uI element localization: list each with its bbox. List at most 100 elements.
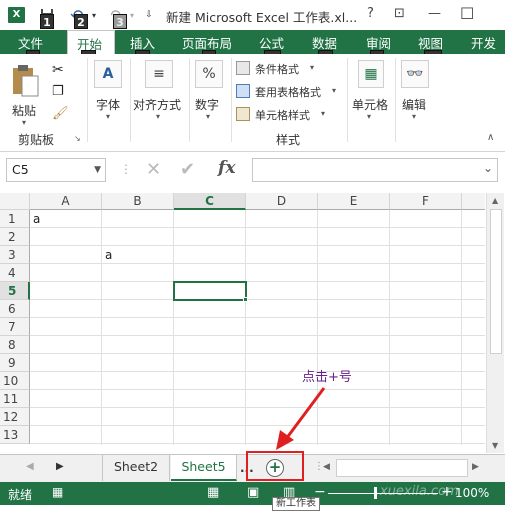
scroll-down-icon[interactable]: ▼ [492,441,498,450]
cell-b3[interactable]: a [102,246,174,264]
formula-input[interactable]: ⌄ [252,158,498,182]
editing-label: 编辑 [402,98,427,112]
hscroll-left-icon[interactable]: ◀ [323,462,330,472]
paste-button[interactable]: 粘贴 ▾ [8,64,42,127]
format-table-icon [236,84,250,98]
styles-group-label: 样式 [276,133,301,147]
font-button[interactable]: A 字体 ▾ [92,58,126,124]
scroll-up-icon[interactable]: ▲ [492,196,498,205]
row-header-3[interactable]: 3 [0,246,30,264]
cell-styles-label: 单元格样式 [255,109,310,122]
sheet-prev-icon[interactable]: ◀ [26,461,34,472]
cell-a1[interactable]: a [30,210,102,228]
column-header-b[interactable]: B [102,193,174,210]
row-header-7[interactable]: 7 [0,318,30,336]
ribbon: 粘贴 ▾ ✂ ❐ 🖌 剪贴板 ↘ A 字体 ▾ ≡ 对齐方式 ▾ % 数字 ▾ … [0,54,505,152]
row-header-11[interactable]: 11 [0,390,30,408]
worksheet-grid[interactable]: A B C D E F 1 2 3 4 5 6 7 8 9 10 11 12 1… [0,193,485,445]
percent-icon: % [195,60,223,88]
cells-label: 单元格 [352,98,389,112]
keytip-save: 1 [40,14,54,29]
font-label: 字体 [96,98,121,112]
row-header-10[interactable]: 10 [0,372,30,390]
vertical-scrollbar[interactable]: ▲ ▼ [486,193,504,453]
keytip-redo: 3 [113,14,127,29]
row-header-4[interactable]: 4 [0,264,30,282]
font-icon: A [94,60,122,88]
customize-qat-button[interactable]: ⇩ [142,6,156,24]
row-header-2[interactable]: 2 [0,228,30,246]
undo-dropdown[interactable]: ▾ [90,6,98,24]
column-header-e[interactable]: E [318,193,390,210]
annotation-text: 点击+号 [302,370,352,385]
alignment-button[interactable]: ≡ 对齐方式 ▾ [133,58,185,124]
annotation-arrow [276,387,326,450]
row-header-6[interactable]: 6 [0,300,30,318]
enter-entry-icon[interactable]: ✔ [180,159,195,180]
excel-logo-icon: X [8,7,25,23]
help-button[interactable]: ? [367,6,374,21]
name-box[interactable]: C5 ▼ [6,158,106,182]
collapse-ribbon-icon[interactable]: ∧ [487,132,494,143]
highlight-box [246,451,304,481]
macro-record-icon[interactable]: ▦ [52,485,63,499]
number-button[interactable]: % 数字 ▾ [194,58,228,124]
cell-styles-icon [236,107,250,121]
row-header-9[interactable]: 9 [0,354,30,372]
redo-dropdown[interactable]: ▾ [128,6,136,24]
formula-bar-grip-icon[interactable]: ⋮ [120,162,132,176]
copy-icon[interactable]: ❐ [52,84,64,99]
column-header-d[interactable]: D [246,193,318,210]
watermark: xuexila.com [380,484,459,499]
cut-icon[interactable]: ✂ [52,62,64,78]
select-all-corner[interactable] [0,193,30,210]
maximize-button[interactable]: ☐ [460,4,474,23]
insert-function-icon[interactable]: fx [218,158,235,178]
conditional-format-icon [236,61,250,75]
fill-handle[interactable] [243,297,248,302]
format-painter-icon[interactable]: 🖌 [52,106,69,121]
keytip-undo: 2 [74,14,88,29]
column-header-g[interactable] [462,193,485,210]
ribbon-display-button[interactable]: ⊡ [394,6,405,21]
page-layout-view-icon[interactable]: ▣ [247,485,259,500]
row-header-1[interactable]: 1 [0,210,30,228]
cancel-entry-icon[interactable]: ✕ [146,159,161,180]
minimize-button[interactable]: — [428,6,441,21]
name-box-dropdown-icon[interactable]: ▼ [94,159,101,181]
alignment-icon: ≡ [145,60,173,88]
row-header-5[interactable]: 5 [0,282,30,300]
paste-label: 粘贴 [12,104,37,118]
sheet-tab-sheet5[interactable]: Sheet5 [171,455,237,481]
horizontal-scrollbar[interactable] [336,459,468,477]
column-header-a[interactable]: A [30,193,102,210]
format-table-button[interactable]: 套用表格格式 ▾ [236,83,346,101]
row-header-8[interactable]: 8 [0,336,30,354]
normal-view-icon[interactable]: ▦ [207,485,219,500]
status-ready: 就绪 [8,488,33,502]
column-header-f[interactable]: F [390,193,462,210]
binoculars-icon: 👓 [401,60,429,88]
conditional-format-label: 条件格式 [255,63,299,76]
zoom-level[interactable]: 100% [455,486,489,500]
tab-developer[interactable]: 开发 [471,33,496,52]
conditional-format-button[interactable]: 条件格式 ▾ [236,60,346,78]
vertical-scroll-thumb[interactable] [490,209,502,354]
row-header-12[interactable]: 12 [0,408,30,426]
title-bar: X ↶ ▾ ↷ ▾ ⇩ 1 2 3 新建 Microsoft Excel 工作表… [0,0,505,30]
paste-icon [13,65,39,97]
expand-formula-icon[interactable]: ⌄ [483,161,493,175]
editing-button[interactable]: 👓 编辑 ▾ [398,58,432,124]
hscroll-right-icon[interactable]: ▶ [472,462,479,472]
selected-cell-c5[interactable] [173,281,247,301]
clipboard-launcher-icon[interactable]: ↘ [74,134,81,143]
sheet-next-icon[interactable]: ▶ [56,461,64,472]
sheet-tab-sheet2[interactable]: Sheet2 [102,455,170,481]
row-header-13[interactable]: 13 [0,426,30,444]
cells-button[interactable]: ▦ 单元格 ▾ [350,58,392,124]
window-title: 新建 Microsoft Excel 工作表.xl... [166,10,358,25]
cell-area[interactable] [30,210,485,445]
cell-styles-button[interactable]: 单元格样式 ▾ [236,106,346,124]
column-header-c[interactable]: C [174,193,246,210]
zoom-slider-thumb[interactable] [374,487,377,499]
